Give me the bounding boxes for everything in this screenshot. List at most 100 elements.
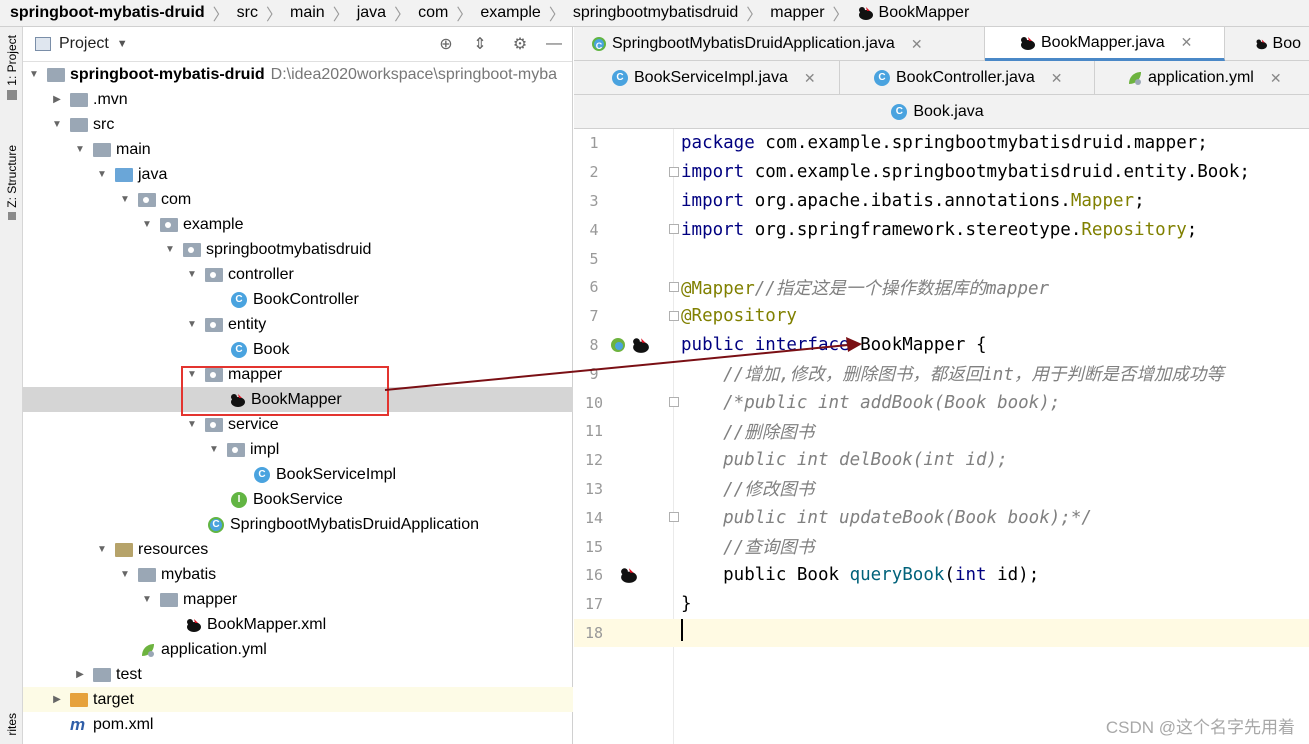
tree-node-book[interactable]: C Book <box>23 337 573 362</box>
chevron-down-icon[interactable]: ▼ <box>117 38 128 50</box>
breadcrumb-item-com[interactable]: com <box>418 4 448 22</box>
expanded-arrow-icon[interactable]: ▼ <box>185 319 199 330</box>
code-line[interactable]: 10 /*public int addBook(Book book); <box>574 388 1309 417</box>
expanded-arrow-icon[interactable]: ▼ <box>140 594 154 605</box>
code-line[interactable]: 8 public interface BookMapper { <box>574 331 1309 360</box>
close-icon[interactable]: ✕ <box>804 70 816 87</box>
tree-node-application-yml[interactable]: application.yml <box>23 637 573 662</box>
close-icon[interactable]: ✕ <box>1051 70 1063 87</box>
code-line[interactable]: 14 public int updateBook(Book book);*/ <box>574 503 1309 532</box>
expanded-arrow-icon[interactable]: ▼ <box>118 194 132 205</box>
tree-node-bookservice[interactable]: I BookService <box>23 487 573 512</box>
breadcrumb-item-src[interactable]: src <box>237 4 258 22</box>
expanded-arrow-icon[interactable]: ▼ <box>163 244 177 255</box>
breadcrumb-item-main[interactable]: main <box>290 4 325 22</box>
structure-tool-button[interactable]: Z: Structure <box>0 145 23 220</box>
tree-node-bookmapper-xml[interactable]: BookMapper.xml <box>23 612 573 637</box>
code-line[interactable]: 2 import com.example.springbootmybatisdr… <box>574 158 1309 187</box>
tree-node-test[interactable]: ▶ test <box>23 662 573 687</box>
close-icon[interactable]: ✕ <box>1181 34 1193 51</box>
tree-node-bookserviceimpl[interactable]: C BookServiceImpl <box>23 462 573 487</box>
tree-node-com[interactable]: ▼ com <box>23 187 573 212</box>
expanded-arrow-icon[interactable]: ▼ <box>140 219 154 230</box>
tree-node-main[interactable]: ▼ main <box>23 137 573 162</box>
tree-node-package[interactable]: ▼ springbootmybatisdruid <box>23 237 573 262</box>
project-tool-button[interactable]: 1: Project <box>0 35 23 100</box>
package-icon <box>205 317 223 332</box>
minimize-icon[interactable]: — <box>544 34 564 54</box>
expanded-arrow-icon[interactable]: ▼ <box>27 69 41 80</box>
tab-book-xml-partial[interactable]: Boo <box>1225 27 1309 61</box>
code-line[interactable]: 17 } <box>574 590 1309 619</box>
mybatis-bird-gutter-icon[interactable] <box>618 566 640 584</box>
expanded-arrow-icon[interactable]: ▼ <box>185 269 199 280</box>
breadcrumb-item-bookmapper[interactable]: BookMapper <box>879 4 970 22</box>
collapse-icon[interactable]: ⇕ <box>470 34 490 54</box>
fold-marker-icon[interactable] <box>669 281 679 292</box>
tree-node-java[interactable]: ▼ java <box>23 162 573 187</box>
fold-marker-icon[interactable] <box>669 397 679 408</box>
tree-node-resources[interactable]: ▼ resources <box>23 537 573 562</box>
mybatis-bird-gutter-icon[interactable] <box>630 336 652 354</box>
tree-node-pom[interactable]: m pom.xml <box>23 712 573 737</box>
breadcrumb-item-mapper[interactable]: mapper <box>770 4 824 22</box>
code-line[interactable]: 4 import org.springframework.stereotype.… <box>574 215 1309 244</box>
tree-node-example[interactable]: ▼ example <box>23 212 573 237</box>
favorites-tool-button[interactable]: rites <box>0 713 23 736</box>
tree-node-bookcontroller[interactable]: C BookController <box>23 287 573 312</box>
code-line[interactable]: 12 public int delBook(int id); <box>574 446 1309 475</box>
tree-node-mvn[interactable]: ▶ .mvn <box>23 87 573 112</box>
fold-marker-icon[interactable] <box>669 310 679 321</box>
code-line[interactable]: 6 @Mapper//指定这是一个操作数据库的mapper <box>574 273 1309 302</box>
fold-marker-icon[interactable] <box>669 512 679 523</box>
breadcrumb-item-java[interactable]: java <box>357 4 386 22</box>
tree-node-application[interactable]: C SpringbootMybatisDruidApplication <box>23 512 573 537</box>
code-line[interactable]: 3 import org.apache.ibatis.annotations.M… <box>574 187 1309 216</box>
close-icon[interactable]: ✕ <box>911 36 923 53</box>
gear-icon[interactable]: ⚙ <box>510 34 530 54</box>
breadcrumb-item-example[interactable]: example <box>480 4 540 22</box>
tree-node-res-mapper[interactable]: ▼ mapper <box>23 587 573 612</box>
tree-node-controller[interactable]: ▼ controller <box>23 262 573 287</box>
breadcrumb-item-project[interactable]: springboot-mybatis-druid <box>10 4 205 22</box>
code-line[interactable]: 9 //增加,修改，删除图书，都返回int，用于判断是否增加成功等 <box>574 359 1309 388</box>
expanded-arrow-icon[interactable]: ▼ <box>207 444 221 455</box>
expanded-arrow-icon[interactable]: ▼ <box>95 544 109 555</box>
line-number: 5 <box>589 249 599 268</box>
expanded-arrow-icon[interactable]: ▼ <box>73 144 87 155</box>
globe-icon[interactable]: ⊕ <box>436 34 456 54</box>
expanded-arrow-icon[interactable]: ▼ <box>185 419 199 430</box>
project-view-selector[interactable]: Project <box>59 35 109 53</box>
tree-node-root[interactable]: ▼ springboot-mybatis-druid D:\idea2020wo… <box>23 62 573 87</box>
collapsed-arrow-icon[interactable]: ▶ <box>50 694 64 705</box>
tree-node-entity[interactable]: ▼ entity <box>23 312 573 337</box>
breadcrumb-item-package[interactable]: springbootmybatisdruid <box>573 4 738 22</box>
tab-application-java[interactable]: C SpringbootMybatisDruidApplication.java… <box>574 27 985 61</box>
collapsed-arrow-icon[interactable]: ▶ <box>50 94 64 105</box>
code-line[interactable]: 16 public Book queryBook(int id); <box>574 561 1309 590</box>
tab-book-java[interactable]: C Book.java <box>891 95 991 129</box>
code-line[interactable]: 7 @Repository <box>574 302 1309 331</box>
tree-node-impl[interactable]: ▼ impl <box>23 437 573 462</box>
tree-node-target[interactable]: ▶ target <box>23 687 573 712</box>
code-line[interactable]: 5 <box>574 244 1309 273</box>
code-line[interactable]: 15 //查询图书 <box>574 532 1309 561</box>
spring-bean-gutter-icon[interactable] <box>610 337 626 353</box>
tree-node-src[interactable]: ▼ src <box>23 112 573 137</box>
code-line[interactable]: 13 //修改图书 <box>574 475 1309 504</box>
expanded-arrow-icon[interactable]: ▼ <box>50 119 64 130</box>
code-line[interactable]: 1 package com.example.springbootmybatisd… <box>574 129 1309 158</box>
tab-bookcontroller-java[interactable]: C BookController.java ✕ <box>840 61 1095 95</box>
fold-marker-icon[interactable] <box>669 166 679 177</box>
fold-marker-icon[interactable] <box>669 224 679 235</box>
code-line[interactable]: 11 //删除图书 <box>574 417 1309 446</box>
code-line-current[interactable]: 18 <box>574 618 1309 648</box>
close-icon[interactable]: ✕ <box>1270 70 1282 87</box>
tab-bookmapper-java[interactable]: BookMapper.java ✕ <box>985 27 1225 61</box>
tree-node-mybatis[interactable]: ▼ mybatis <box>23 562 573 587</box>
expanded-arrow-icon[interactable]: ▼ <box>118 569 132 580</box>
collapsed-arrow-icon[interactable]: ▶ <box>73 669 87 680</box>
tab-application-yml[interactable]: application.yml ✕ <box>1095 61 1309 95</box>
tab-bookserviceimpl-java[interactable]: C BookServiceImpl.java ✕ <box>574 61 840 95</box>
expanded-arrow-icon[interactable]: ▼ <box>95 169 109 180</box>
